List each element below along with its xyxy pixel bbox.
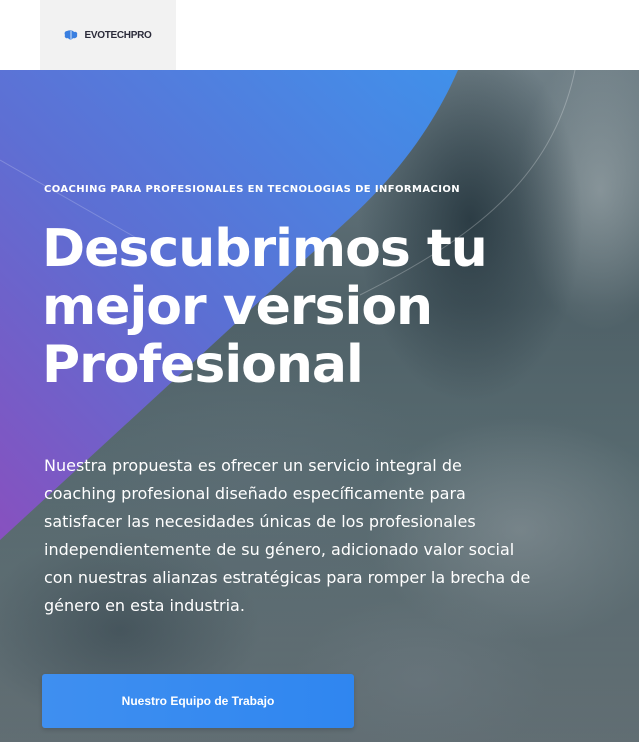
description-line: con nuestras alianzas estratégicas para … — [44, 568, 531, 587]
description-line: coaching profesional diseñado específica… — [44, 484, 466, 503]
hero-description: Nuestra propuesta es ofrecer un servicio… — [44, 452, 624, 620]
headline-line: Descubrimos tu — [42, 219, 488, 279]
team-cta-button[interactable]: Nuestro Equipo de Trabajo — [42, 674, 354, 728]
description-line: Nuestra propuesta es ofrecer un servicio… — [44, 456, 462, 475]
logo[interactable]: EVOTECHPRO — [40, 0, 176, 70]
hero-headline: Descubrimos tu mejor version Profesional — [42, 220, 602, 394]
hero-gradient-shape — [0, 70, 576, 540]
description-line: independientemente de su género, adicion… — [44, 540, 515, 559]
site-header: EVOTECHPRO — [0, 0, 639, 70]
headline-line: mejor version — [42, 277, 433, 337]
brain-icon — [65, 30, 78, 40]
hero-section: COACHING PARA PROFESIONALES EN TECNOLOGI… — [0, 70, 639, 742]
logo-text: EVOTECHPRO — [84, 29, 152, 41]
headline-line: Profesional — [42, 335, 364, 395]
description-line: satisfacer las necesidades únicas de los… — [44, 512, 476, 531]
description-line: género en esta industria. — [44, 596, 245, 615]
hero-eyebrow: COACHING PARA PROFESIONALES EN TECNOLOGI… — [44, 184, 461, 195]
